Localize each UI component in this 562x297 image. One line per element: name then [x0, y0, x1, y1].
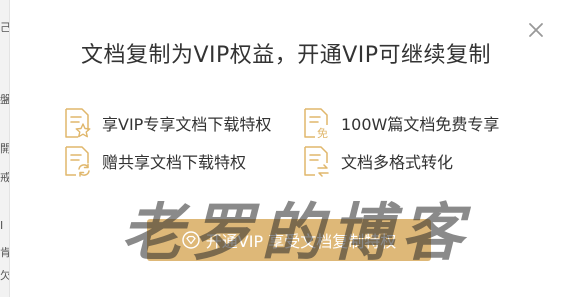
- benefit-label: 100W篇文档免费专享: [341, 115, 500, 134]
- document-free-icon: 免: [304, 108, 328, 139]
- open-vip-button-label: 开通VIP 享受文档复制特权: [205, 232, 397, 251]
- benefit-item-shared-download: 赠共享文档下载特权: [62, 145, 246, 177]
- benefit-item-free-docs: 免 100W篇文档免费专享: [301, 107, 499, 139]
- benefit-label: 文档多格式转化: [341, 153, 454, 172]
- diamond-icon: [182, 231, 200, 249]
- dialog-title: 文档复制为VIP权益，开通VIP可继续复制: [80, 43, 492, 68]
- document-star-icon: [65, 108, 91, 138]
- benefit-label: 赠共享文档下载特权: [102, 153, 247, 172]
- document-refresh-icon: [65, 146, 90, 177]
- background-document-edge: 己 盤 開 戒 I 肯 欠: [0, 0, 10, 297]
- benefit-item-format-convert: 文档多格式转化: [301, 145, 453, 177]
- page: 己 盤 開 戒 I 肯 欠 文档复制为VIP权益，开通VIP可继续复制 享VIP…: [0, 0, 562, 297]
- vip-copy-dialog: 文档复制为VIP权益，开通VIP可继续复制 享VIP专享文档下载特权 免 100…: [10, 0, 562, 297]
- document-convert-icon: [304, 146, 329, 177]
- benefit-label: 享VIP专享文档下载特权: [102, 115, 272, 134]
- open-vip-button[interactable]: 开通VIP 享受文档复制特权: [147, 219, 431, 261]
- benefit-item-vip-download: 享VIP专享文档下载特权: [62, 107, 271, 139]
- svg-text:免: 免: [317, 126, 328, 139]
